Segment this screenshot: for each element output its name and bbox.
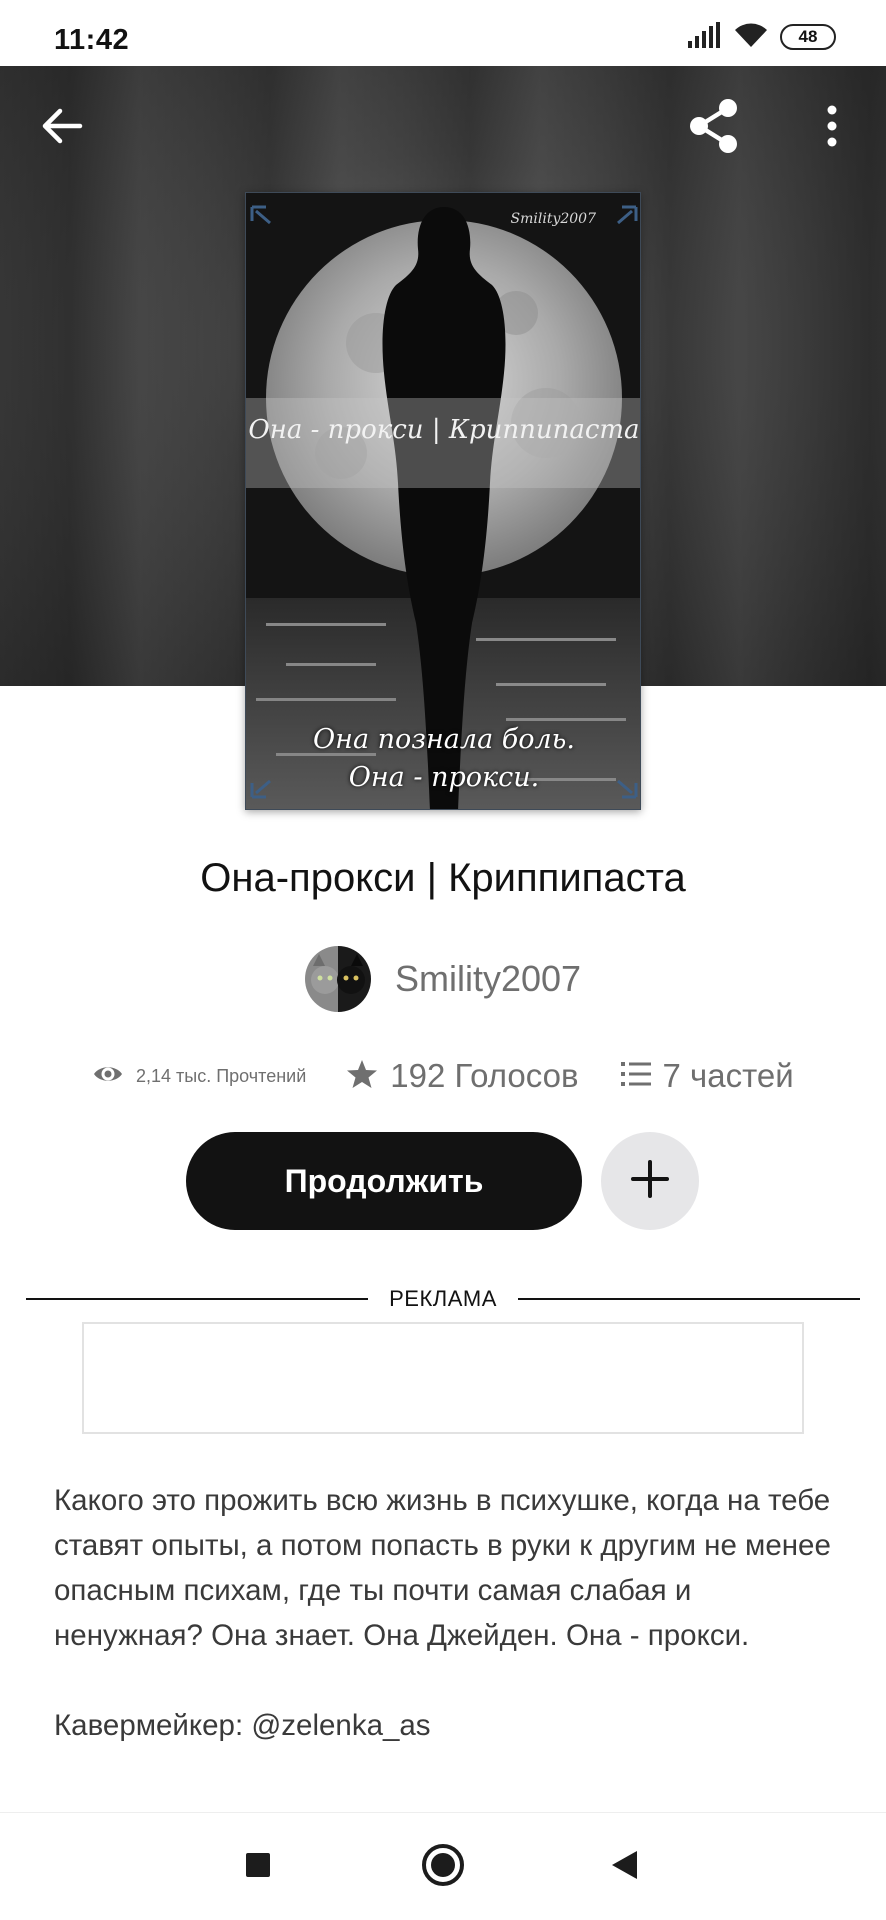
home-circle-icon xyxy=(421,1843,465,1892)
cover-tagline-line1: Она познала боль. xyxy=(313,724,575,755)
stats-row: 2,14 тыс. Прочтений 192 Голосов 7 частей xyxy=(92,1052,794,1100)
reads-count: 2,14 тыс. Прочтений xyxy=(136,1065,307,1086)
more-options-button[interactable] xyxy=(800,96,864,160)
cover-author-mark: Smility2007 xyxy=(510,211,596,227)
list-icon xyxy=(620,1061,651,1092)
home-button[interactable] xyxy=(411,1835,475,1899)
ad-divider-line-left xyxy=(26,1298,368,1300)
back-triangle-icon xyxy=(609,1849,639,1886)
votes-count: 192 Голосов xyxy=(390,1057,579,1094)
plus-icon xyxy=(630,1159,670,1204)
back-button[interactable] xyxy=(30,96,94,160)
status-time: 11:42 xyxy=(54,24,130,56)
status-bar: 11:42 48 xyxy=(0,0,886,66)
parts-count: 7 частей xyxy=(662,1057,794,1094)
reads-stat: 2,14 тыс. Прочтений xyxy=(92,1062,306,1091)
share-button[interactable] xyxy=(682,96,746,160)
story-description: Какого это прожить всю жизнь в психушке,… xyxy=(54,1478,844,1748)
book-title: Она-прокси | Криппипаста xyxy=(200,856,686,900)
cover-artwork xyxy=(246,193,640,809)
system-nav-bar xyxy=(0,1812,886,1920)
continue-reading-button[interactable]: Продолжить xyxy=(186,1132,582,1230)
cover-tagline-line2: Она - прокси. xyxy=(348,762,540,793)
ad-label: РЕКЛАМА xyxy=(389,1286,497,1311)
system-back-button[interactable] xyxy=(592,1835,656,1899)
author-avatar[interactable] xyxy=(304,946,371,1012)
votes-stat: 192 Голосов xyxy=(346,1057,579,1095)
ad-slot[interactable] xyxy=(82,1322,804,1434)
author-name[interactable]: Smility2007 xyxy=(395,958,581,1000)
wifi-icon xyxy=(734,22,768,53)
star-icon xyxy=(346,1059,378,1094)
author-row[interactable]: Smility2007 xyxy=(0,946,886,1012)
ad-divider-line-right xyxy=(518,1298,860,1300)
signal-icon xyxy=(688,21,722,53)
more-vertical-icon xyxy=(824,104,840,153)
share-icon xyxy=(685,97,743,160)
add-to-library-button[interactable] xyxy=(601,1132,699,1230)
back-arrow-icon xyxy=(40,106,84,151)
cover-maker-credit: Кавермейкер: @zelenka_as xyxy=(54,1709,431,1742)
status-icons: 48 xyxy=(688,21,836,53)
recents-square-icon xyxy=(244,1851,272,1884)
ad-divider: РЕКЛАМА xyxy=(26,1286,860,1316)
description-paragraph: Какого это прожить всю жизнь в психушке,… xyxy=(54,1484,831,1652)
eye-icon xyxy=(92,1062,124,1091)
book-cover[interactable]: Smility2007 Она - прокси | Криппипаста О… xyxy=(245,192,641,810)
recents-button[interactable] xyxy=(226,1835,290,1899)
parts-stat[interactable]: 7 частей xyxy=(620,1057,794,1095)
battery-icon: 48 xyxy=(780,24,836,50)
cover-tagline: Она познала боль. Она - прокси. xyxy=(246,721,640,797)
cover-title: Она - прокси | Криппипаста xyxy=(248,415,640,445)
